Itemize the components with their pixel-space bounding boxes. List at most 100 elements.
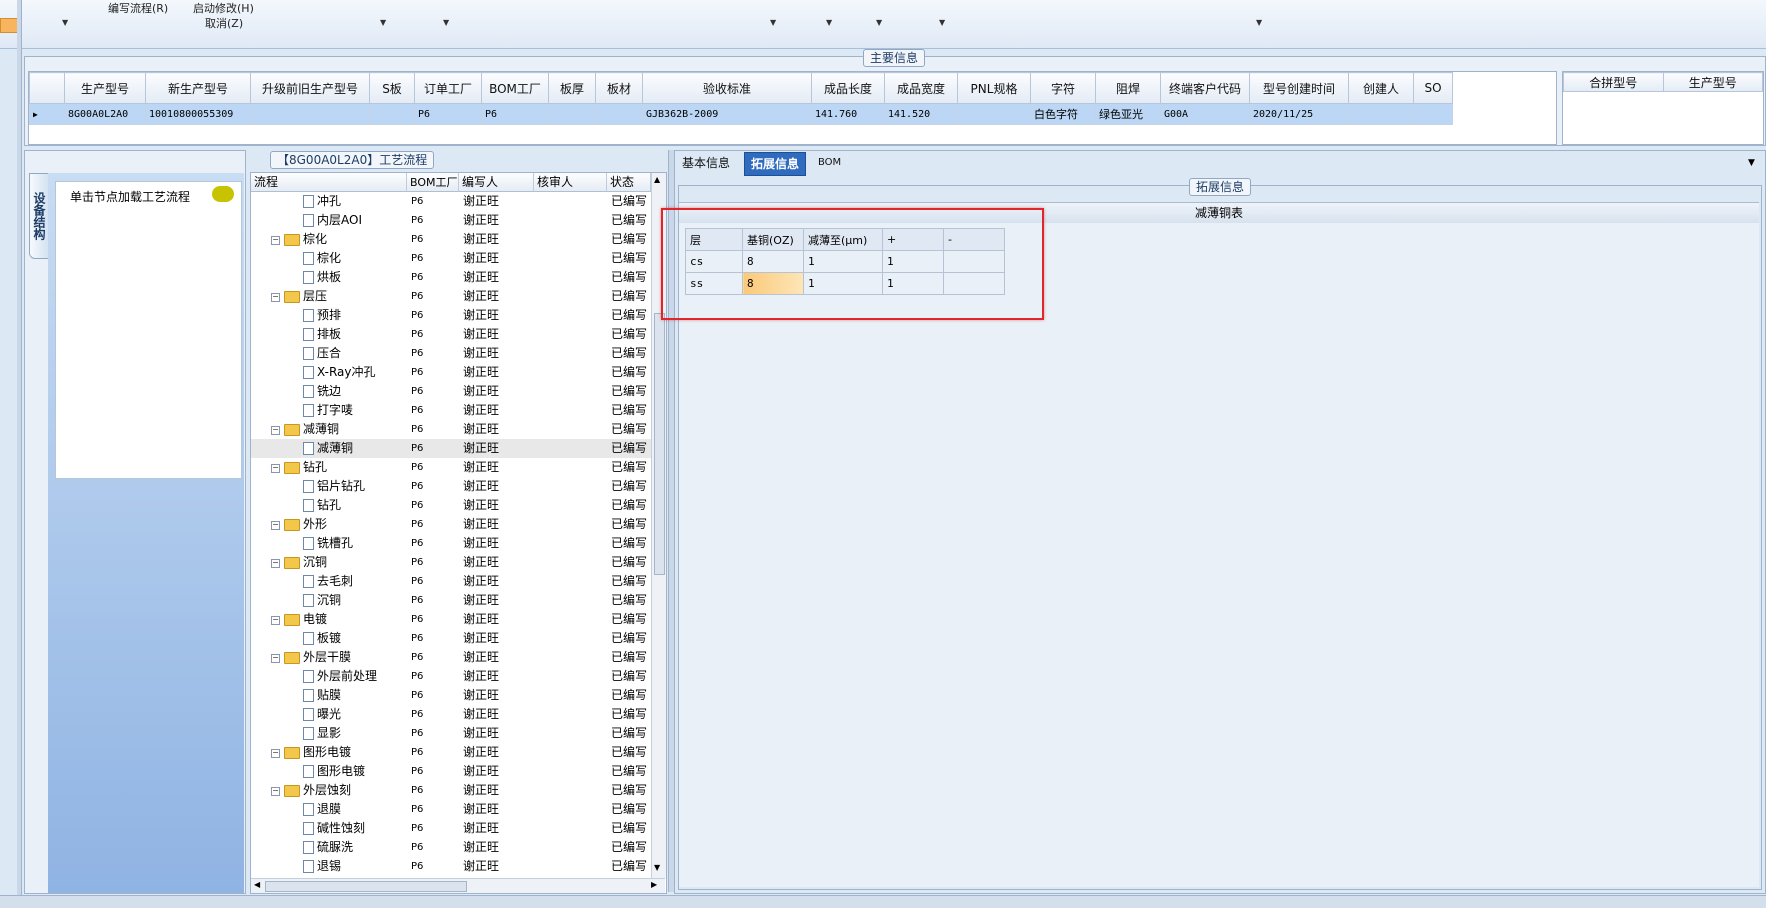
main-cell[interactable]: P6 <box>481 103 549 125</box>
main-cell[interactable] <box>1348 103 1414 125</box>
dropdown-arrow-icon[interactable]: ▼ <box>62 18 68 27</box>
main-col-header[interactable]: 验收标准 <box>642 72 812 104</box>
main-col-header[interactable]: 阻焊 <box>1095 72 1161 104</box>
collapse-icon[interactable]: − <box>271 654 280 663</box>
main-cell[interactable]: P6 <box>414 103 482 125</box>
collapse-icon[interactable]: − <box>271 616 280 625</box>
process-row[interactable]: 冲孔 P6 谢正旺 已编写 <box>251 192 651 211</box>
process-row[interactable]: − 沉铜 P6 谢正旺 已编写 <box>251 553 651 572</box>
main-col-header[interactable]: 成品宽度 <box>884 72 958 104</box>
process-row[interactable]: 硫脲洗 P6 谢正旺 已编写 <box>251 838 651 857</box>
main-col-header[interactable]: S板 <box>369 72 415 104</box>
dropdown-arrow-icon[interactable]: ▼ <box>826 18 832 27</box>
main-col-header[interactable]: 板厚 <box>548 72 596 104</box>
process-row[interactable]: − 外形 P6 谢正旺 已编写 <box>251 515 651 534</box>
col-flow[interactable]: 流程 <box>251 173 407 192</box>
process-row[interactable]: 碱性蚀刻 P6 谢正旺 已编写 <box>251 819 651 838</box>
main-cell[interactable] <box>957 103 1031 125</box>
dropdown-arrow-icon[interactable]: ▼ <box>1256 18 1262 27</box>
process-row[interactable]: 铣边 P6 谢正旺 已编写 <box>251 382 651 401</box>
main-cell[interactable]: 白色字符 <box>1030 103 1096 125</box>
dropdown-arrow-icon[interactable]: ▼ <box>380 18 386 27</box>
start-edit-button[interactable]: 启动修改(H) <box>193 0 254 16</box>
scroll-up-icon[interactable]: ▲ <box>654 175 660 184</box>
tab-basic-info[interactable]: 基本信息 <box>676 152 736 174</box>
collapse-icon[interactable]: − <box>271 236 280 245</box>
process-row[interactable]: 铣槽孔 P6 谢正旺 已编写 <box>251 534 651 553</box>
process-row[interactable]: 贴膜 P6 谢正旺 已编写 <box>251 686 651 705</box>
process-row[interactable]: − 外层蚀刻 P6 谢正旺 已编写 <box>251 781 651 800</box>
process-row[interactable]: 退膜 P6 谢正旺 已编写 <box>251 800 651 819</box>
vscroll-thumb[interactable] <box>654 313 665 575</box>
process-row[interactable]: 板镀 P6 谢正旺 已编写 <box>251 629 651 648</box>
main-col-header[interactable]: 字符 <box>1030 72 1096 104</box>
process-row[interactable]: − 层压 P6 谢正旺 已编写 <box>251 287 651 306</box>
main-cell[interactable]: 绿色亚光 <box>1095 103 1161 125</box>
process-row[interactable]: 图形电镀 P6 谢正旺 已编写 <box>251 762 651 781</box>
main-col-header[interactable]: PNL规格 <box>957 72 1031 104</box>
tab-bom[interactable]: BOM <box>812 152 847 174</box>
collapse-icon[interactable]: − <box>271 426 280 435</box>
process-row[interactable]: 去毛刺 P6 谢正旺 已编写 <box>251 572 651 591</box>
process-row[interactable]: 曝光 P6 谢正旺 已编写 <box>251 705 651 724</box>
main-col-header[interactable]: 创建人 <box>1348 72 1414 104</box>
process-row[interactable]: 显影 P6 谢正旺 已编写 <box>251 724 651 743</box>
process-row[interactable]: 压合 P6 谢正旺 已编写 <box>251 344 651 363</box>
process-row[interactable]: 钻孔 P6 谢正旺 已编写 <box>251 496 651 515</box>
process-row[interactable]: 预排 P6 谢正旺 已编写 <box>251 306 651 325</box>
cancel-button[interactable]: 取消(Z) <box>205 15 243 31</box>
tree-hscrollbar[interactable]: ◀ ▶ <box>251 878 665 893</box>
scroll-down-icon[interactable]: ▼ <box>654 863 660 872</box>
collapse-icon[interactable]: − <box>271 293 280 302</box>
main-col-header[interactable]: 板材 <box>595 72 643 104</box>
process-row[interactable]: 减薄铜 P6 谢正旺 已编写 <box>251 439 651 458</box>
process-row[interactable]: 沉铜 P6 谢正旺 已编写 <box>251 591 651 610</box>
col-production-model[interactable]: 生产型号 <box>1662 72 1763 92</box>
main-cell[interactable] <box>548 103 596 125</box>
col-bom-factory[interactable]: BOM工厂 <box>407 173 459 192</box>
main-col-header[interactable]: SO <box>1413 72 1453 104</box>
scroll-left-icon[interactable]: ◀ <box>254 880 260 889</box>
col-merge-model[interactable]: 合拼型号 <box>1563 72 1664 92</box>
main-col-header[interactable]: 型号创建时间 <box>1249 72 1349 104</box>
process-row[interactable]: − 图形电镀 P6 谢正旺 已编写 <box>251 743 651 762</box>
process-row[interactable]: 退锡 P6 谢正旺 已编写 <box>251 857 651 876</box>
collapse-icon[interactable]: − <box>271 464 280 473</box>
process-row[interactable]: 烘板 P6 谢正旺 已编写 <box>251 268 651 287</box>
dropdown-arrow-icon[interactable]: ▼ <box>443 18 449 27</box>
process-row[interactable]: 铝片钻孔 P6 谢正旺 已编写 <box>251 477 651 496</box>
tab-extended-info[interactable]: 拓展信息 <box>744 152 807 176</box>
main-cell[interactable] <box>250 103 370 125</box>
hscroll-thumb[interactable] <box>265 881 467 892</box>
main-cell[interactable]: 10010800055309 <box>145 103 251 125</box>
collapse-icon[interactable]: − <box>271 787 280 796</box>
col-status[interactable]: 状态 <box>607 173 651 192</box>
collapse-icon[interactable]: − <box>271 521 280 530</box>
process-row[interactable]: − 减薄铜 P6 谢正旺 已编写 <box>251 420 651 439</box>
write-flow-button[interactable]: 编写流程(R) <box>108 0 168 16</box>
process-row[interactable]: − 棕化 P6 谢正旺 已编写 <box>251 230 651 249</box>
main-cell[interactable]: GJB362B-2009 <box>642 103 812 125</box>
main-cell[interactable] <box>1413 103 1453 125</box>
dropdown-arrow-icon[interactable]: ▼ <box>876 18 882 27</box>
dropdown-arrow-icon[interactable]: ▼ <box>939 18 945 27</box>
col-reviewer[interactable]: 核审人 <box>534 173 607 192</box>
process-row[interactable]: 内层AOI P6 谢正旺 已编写 <box>251 211 651 230</box>
main-col-header[interactable]: 生产型号 <box>64 72 146 104</box>
col-writer[interactable]: 编写人 <box>459 173 534 192</box>
main-col-header[interactable]: 新生产型号 <box>145 72 251 104</box>
collapse-icon[interactable]: − <box>271 559 280 568</box>
process-row[interactable]: X-Ray冲孔 P6 谢正旺 已编写 <box>251 363 651 382</box>
process-row[interactable]: 外层前处理 P6 谢正旺 已编写 <box>251 667 651 686</box>
dropdown-arrow-icon[interactable]: ▼ <box>770 18 776 27</box>
process-row[interactable]: − 电镀 P6 谢正旺 已编写 <box>251 610 651 629</box>
main-cell[interactable] <box>595 103 643 125</box>
main-col-header[interactable]: BOM工厂 <box>481 72 549 104</box>
main-cell[interactable]: 141.520 <box>884 103 958 125</box>
main-cell[interactable]: 2020/11/25 <box>1249 103 1349 125</box>
tab-menu-arrow-icon[interactable]: ▼ <box>1748 158 1755 168</box>
main-cell[interactable]: 8G00A0L2A0 <box>64 103 146 125</box>
scroll-right-icon[interactable]: ▶ <box>651 880 657 889</box>
row-indicator-icon[interactable]: ▶ <box>29 103 65 125</box>
main-cell[interactable]: 141.760 <box>811 103 885 125</box>
